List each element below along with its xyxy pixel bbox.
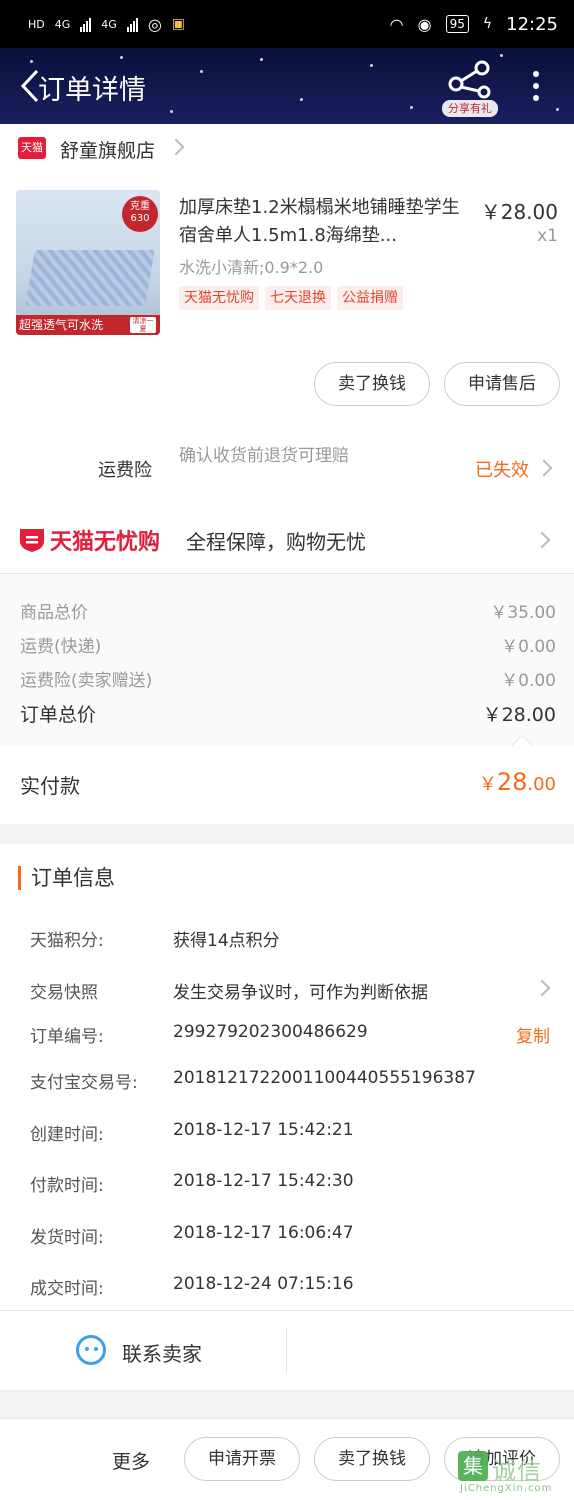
- order-info-section: 订单信息 天猫积分: 获得14点积分 交易快照 发生交易争议时，可作为判断依据 …: [0, 844, 574, 1390]
- section-title: 订单信息: [18, 866, 115, 890]
- paid-time-value: 2018-12-17 15:42:30: [173, 1171, 354, 1191]
- product-sku: 水洗小清新;0.9*2.0: [179, 258, 324, 277]
- signal-icon-2: [126, 16, 138, 32]
- chevron-right-icon: [167, 138, 185, 156]
- shop-row[interactable]: 天猫 舒童旗舰店: [0, 124, 574, 170]
- chevron-right-icon: [535, 459, 553, 477]
- chevron-right-icon: [533, 979, 551, 997]
- tmall-badge: 天猫: [18, 137, 46, 159]
- price-row-goods: 商品总价 ￥35.00: [20, 603, 556, 623]
- shipped-time-value: 2018-12-17 16:06:47: [173, 1223, 354, 1243]
- points-value: 获得14点积分: [173, 931, 280, 951]
- product-image-banner: 超强透气可水洗 清凉一夏: [16, 315, 160, 335]
- product-quantity: x1: [537, 226, 558, 246]
- completed-time-value: 2018-12-24 07:15:16: [173, 1274, 354, 1294]
- chat-bubble-icon: [76, 1335, 106, 1365]
- price-row-shipping: 运费(快递) ￥0.00: [20, 637, 556, 657]
- tag-charity: 公益捐赠: [337, 286, 403, 310]
- insurance-desc: 确认收货前退货可理赔: [179, 446, 349, 466]
- alipay-number-label: 支付宝交易号:: [30, 1073, 138, 1093]
- eye-icon: ◉: [417, 14, 432, 34]
- hd-label: HD: [28, 17, 45, 31]
- snapshot-value: 发生交易争议时，可作为判断依据: [173, 983, 428, 1003]
- status-right: ◠ ◉ 95 ϟ 12:25: [390, 14, 558, 35]
- tmall-care-row[interactable]: 天猫无忧购 全程保障，购物无忧: [0, 502, 574, 574]
- status-left: HD 4G 4G ◎ ▣: [28, 15, 185, 34]
- watermark-box: 集: [458, 1451, 488, 1481]
- watermark-url: JiChengXin.com: [460, 1483, 553, 1494]
- chevron-right-icon: [533, 531, 551, 549]
- order-number-value: 299279202300486629: [173, 1022, 368, 1042]
- lock-icon: ▣: [171, 16, 186, 32]
- share-icon: [448, 60, 491, 99]
- battery-icon: 95: [445, 15, 469, 33]
- signal-icon: [80, 16, 92, 32]
- insurance-label: 运费险: [98, 460, 152, 481]
- signal-4g-label: 4G: [54, 17, 71, 31]
- product-tags: 天猫无忧购 七天退换 公益捐赠: [179, 286, 403, 310]
- tmall-care-text: 全程保障，购物无忧: [186, 530, 366, 554]
- more-dot-icon: [533, 71, 539, 77]
- order-number-label: 订单编号:: [30, 1027, 104, 1047]
- shield-icon: [20, 529, 44, 552]
- resell-button[interactable]: 卖了换钱: [314, 362, 430, 406]
- clock: 12:25: [506, 13, 558, 35]
- insurance-status: 已失效: [475, 460, 529, 481]
- created-time-value: 2018-12-17 15:42:21: [173, 1120, 354, 1140]
- resell-bottom-button[interactable]: 卖了换钱: [314, 1437, 430, 1481]
- weight-badge: 克重 630: [122, 196, 158, 232]
- request-invoice-button[interactable]: 申请开票: [184, 1437, 300, 1481]
- created-time-label: 创建时间:: [30, 1125, 104, 1145]
- product-price: ￥28.00: [480, 200, 558, 224]
- data-saver-icon: ◎: [147, 14, 162, 34]
- charging-icon: ϟ: [482, 16, 493, 32]
- shipped-time-label: 发货时间:: [30, 1228, 104, 1248]
- status-bar: HD 4G 4G ◎ ▣ ◠ ◉ 95 ϟ 12:25: [0, 0, 574, 48]
- shipping-insurance-row[interactable]: 运费险 确认收货前退货可理赔 已失效: [0, 430, 574, 502]
- share-button[interactable]: 分享有礼: [442, 56, 498, 118]
- contact-seller-button[interactable]: 联系卖家: [0, 1310, 574, 1390]
- paid-value: ￥28.00: [478, 768, 556, 796]
- points-label: 天猫积分:: [30, 931, 104, 951]
- tag-seven-day-return: 七天退换: [265, 286, 331, 310]
- price-row-total: 订单总价 ￥28.00: [20, 704, 556, 726]
- more-dot-icon: [533, 83, 539, 89]
- snapshot-label: 交易快照: [30, 983, 98, 1003]
- after-sales-button[interactable]: 申请售后: [444, 362, 560, 406]
- share-gift-label: 分享有礼: [442, 100, 498, 117]
- watermark-text: 诚信: [492, 1457, 542, 1485]
- product-title[interactable]: 加厚床垫1.2米榻榻米地铺睡垫学生宿舍单人1.5m1.8海绵垫...: [179, 194, 464, 250]
- watermark-logo: 集 诚信 JiChengXin.com: [452, 1447, 570, 1500]
- divider: [286, 1327, 287, 1373]
- shop-name: 舒童旗舰店: [60, 140, 156, 162]
- price-summary: 商品总价 ￥35.00 运费(快递) ￥0.00 运费险(卖家赠送) ￥0.00…: [0, 574, 574, 824]
- copy-button[interactable]: 复制: [516, 1022, 550, 1047]
- paid-row: 实付款 ￥28.00: [0, 746, 574, 824]
- more-menu-button[interactable]: [524, 68, 548, 104]
- bottom-action-bar: 更多 申请开票 卖了换钱 追加评价 集 诚信 JiChengXin.com: [0, 1418, 574, 1500]
- nav-bar: 订单详情 分享有礼: [0, 48, 574, 124]
- headset-icon: ◠: [389, 14, 404, 34]
- alipay-number-value: 2018121722001100440555196387: [173, 1068, 476, 1088]
- signal-4g-label-2: 4G: [101, 17, 117, 31]
- completed-time-label: 成交时间:: [30, 1279, 104, 1299]
- more-actions-button[interactable]: 更多: [112, 1447, 150, 1474]
- more-dot-icon: [533, 95, 539, 101]
- product-image-banner-tag: 清凉一夏: [130, 317, 156, 333]
- tag-worry-free: 天猫无忧购: [179, 286, 259, 310]
- paid-time-label: 付款时间:: [30, 1176, 104, 1196]
- mattress-graphic: [25, 250, 155, 306]
- contact-seller-label: 联系卖家: [122, 1342, 202, 1366]
- tmall-care-logo: 天猫无忧购: [18, 524, 160, 556]
- price-row-insurance: 运费险(卖家赠送) ￥0.00: [20, 671, 556, 691]
- product-card: 克重 630 超强透气可水洗 清凉一夏 加厚床垫1.2米榻榻米地铺睡垫学生宿舍单…: [0, 170, 574, 430]
- page-title: 订单详情: [38, 75, 146, 106]
- paid-label: 实付款: [20, 774, 80, 798]
- product-image[interactable]: 克重 630 超强透气可水洗 清凉一夏: [16, 190, 160, 335]
